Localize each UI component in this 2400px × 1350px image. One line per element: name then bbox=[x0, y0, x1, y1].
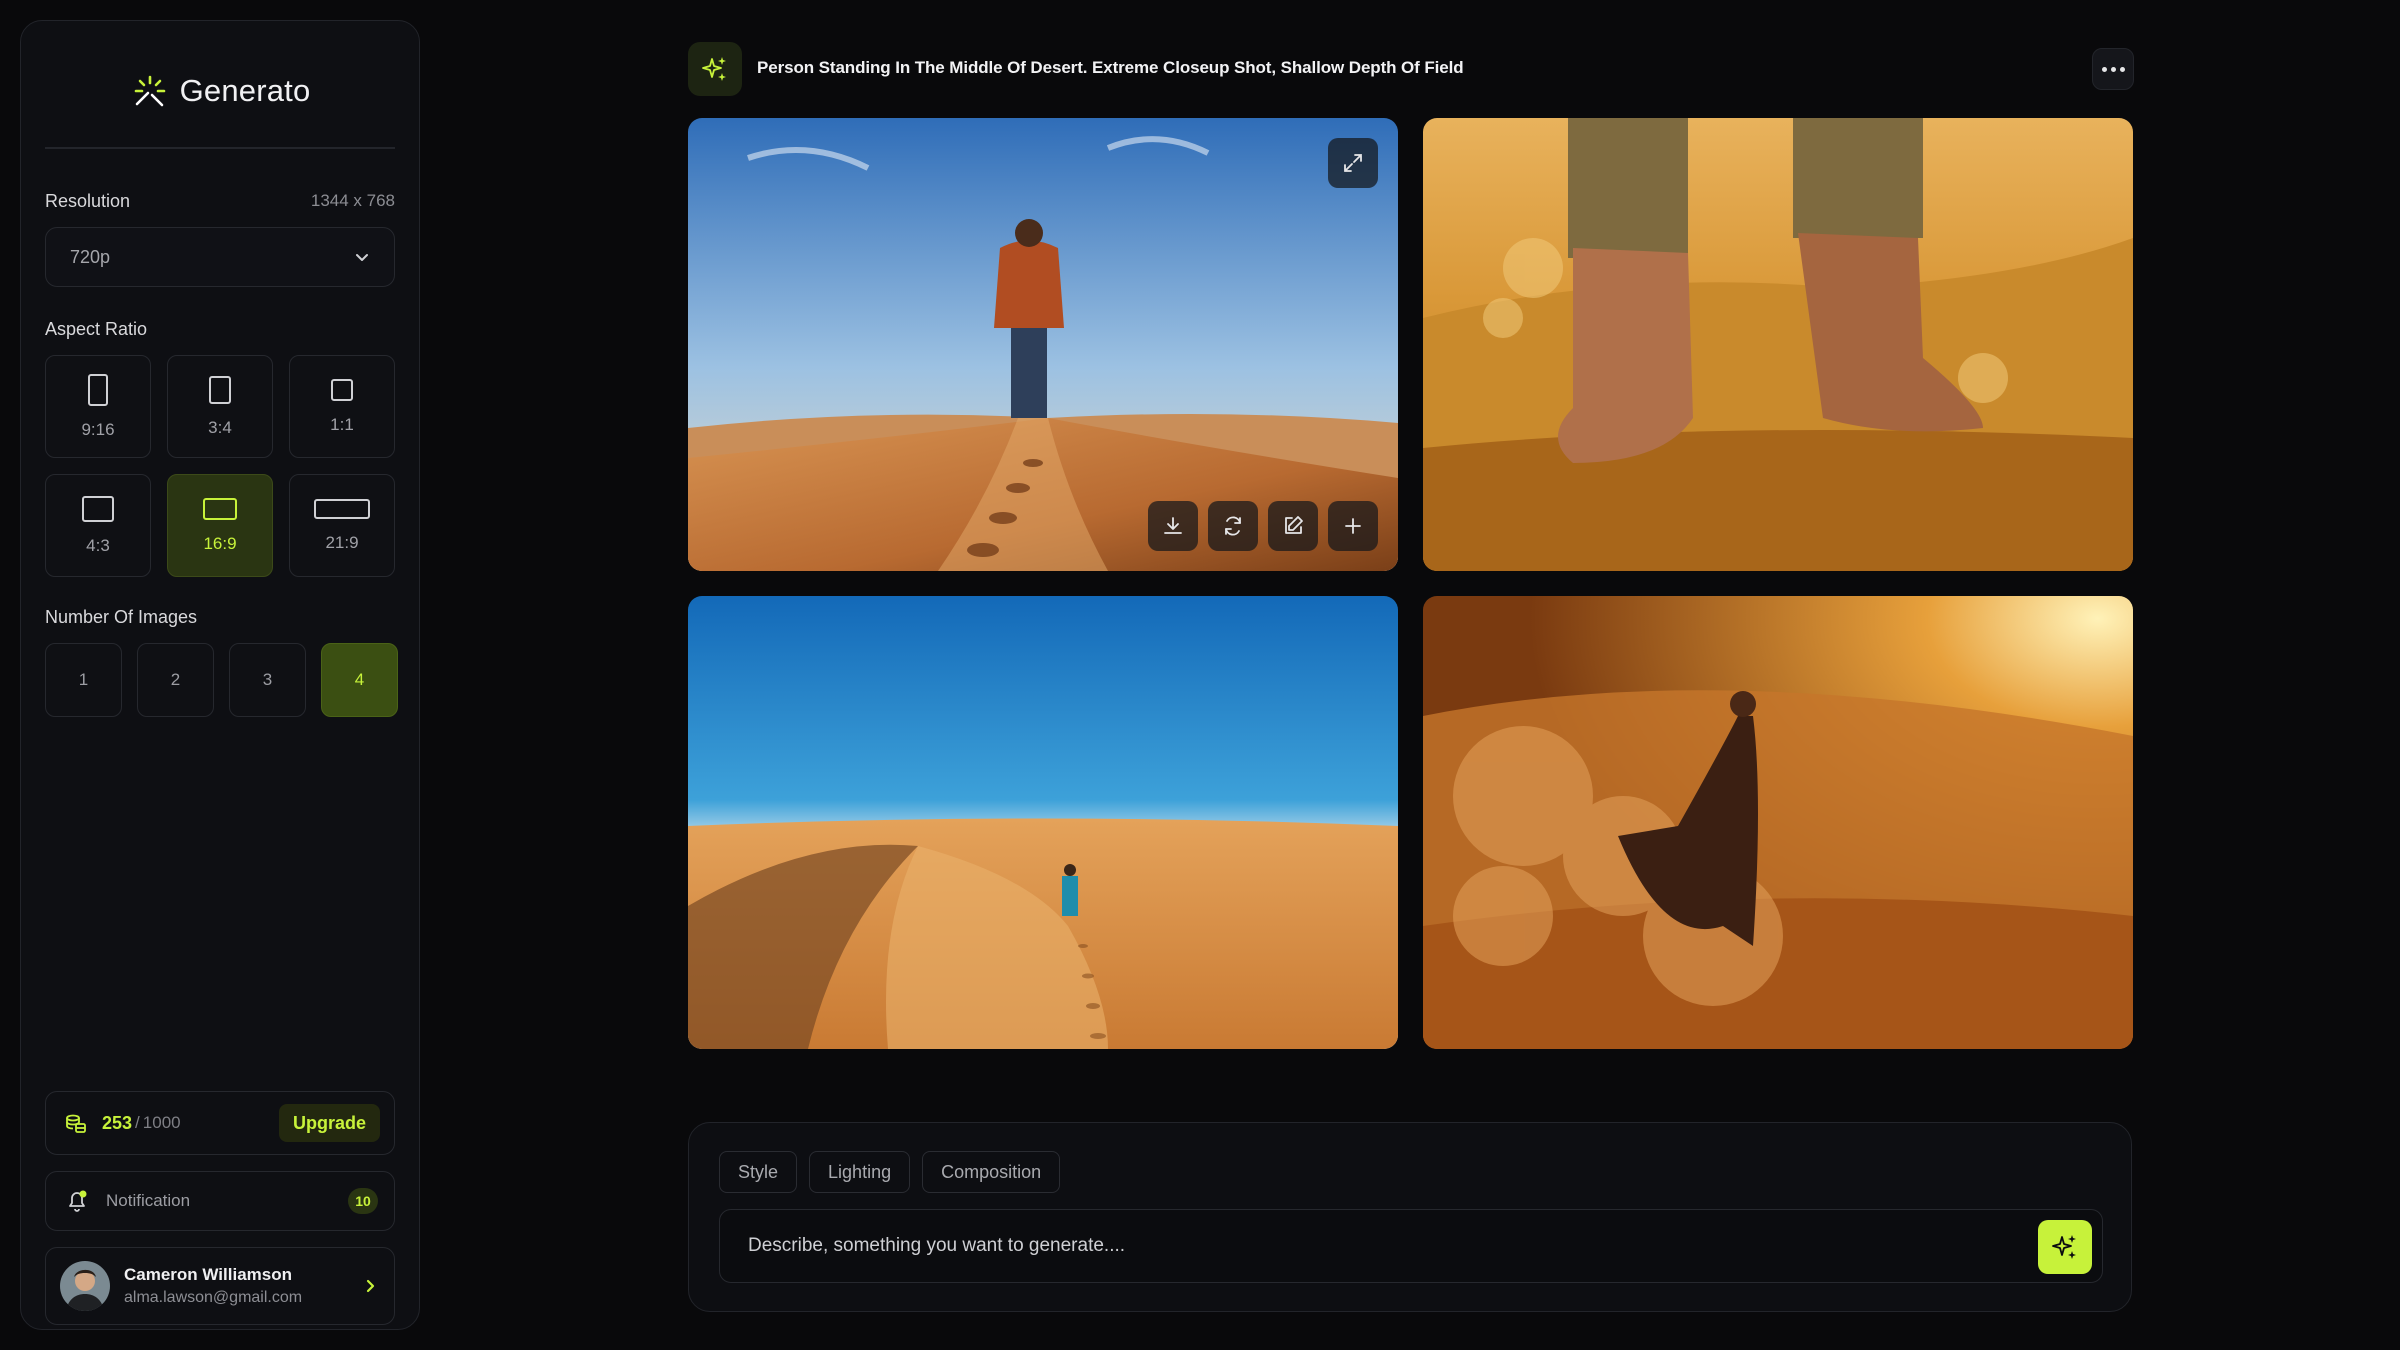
prompt-input[interactable] bbox=[720, 1210, 2000, 1282]
user-email: alma.lawson@gmail.com bbox=[124, 1289, 303, 1306]
aspect-ratio-label-16-9: 16:9 bbox=[203, 533, 237, 553]
more-options-button[interactable] bbox=[2092, 48, 2134, 90]
expand-icon bbox=[1344, 154, 1362, 172]
generated-image-3[interactable] bbox=[688, 596, 1398, 1049]
aspect-ratio-label-21-9: 21:9 bbox=[325, 532, 359, 552]
image-feet-in-sand bbox=[1423, 118, 2133, 571]
image-count-3[interactable]: 3 bbox=[229, 643, 306, 717]
credits-total: 1000 bbox=[142, 1113, 181, 1132]
image-woman-dust bbox=[1423, 596, 2133, 1049]
edit-icon bbox=[1285, 516, 1303, 534]
edit-button[interactable] bbox=[1268, 501, 1318, 551]
sidebar: Generato Resolution 1344 x 768 720p Aspe… bbox=[20, 20, 420, 1330]
aspect-ratio-21-9[interactable]: 21:9 bbox=[289, 474, 395, 577]
prompt-composer: Style Lighting Composition bbox=[688, 1122, 2132, 1312]
image-count-4[interactable]: 4 bbox=[321, 643, 398, 717]
generated-image-2[interactable] bbox=[1423, 118, 2133, 571]
chevron-right-icon bbox=[366, 1279, 375, 1293]
avatar bbox=[60, 1261, 110, 1311]
aspect-ratio-3-4[interactable]: 3:4 bbox=[167, 355, 273, 458]
credits-used: 253 bbox=[102, 1112, 133, 1133]
generate-button[interactable] bbox=[2038, 1220, 2092, 1274]
aspect-ratio-9-16[interactable]: 9:16 bbox=[45, 355, 151, 458]
portrait-tall-icon bbox=[88, 373, 108, 406]
bell-icon bbox=[69, 1190, 87, 1212]
generated-image-1[interactable] bbox=[688, 118, 1398, 571]
plus-icon bbox=[1345, 518, 1361, 534]
notification-label: Notification bbox=[106, 1191, 191, 1210]
portrait-icon bbox=[209, 375, 231, 404]
landscape-icon bbox=[82, 495, 114, 522]
sidebar-divider bbox=[45, 147, 395, 149]
prompt-chips: Style Lighting Composition bbox=[719, 1151, 1061, 1193]
aspect-ratio-label-3-4: 3:4 bbox=[208, 417, 232, 437]
aspect-ratio-grid: 9:16 3:4 1:1 4:3 16:9 21:9 bbox=[45, 355, 395, 577]
aspect-ratio-1-1[interactable]: 1:1 bbox=[289, 355, 395, 458]
image-actions bbox=[1148, 501, 1378, 551]
widescreen-icon bbox=[203, 497, 237, 520]
resolution-value: 1344 x 768 bbox=[310, 191, 395, 210]
chip-style[interactable]: Style bbox=[719, 1151, 798, 1193]
app-name: Generato bbox=[179, 73, 311, 108]
regenerate-button[interactable] bbox=[1208, 501, 1258, 551]
sparkle-icon bbox=[702, 57, 726, 81]
user-info: Cameron Williamson alma.lawson@gmail.com bbox=[124, 1265, 302, 1307]
number-of-images-selector: 1 2 3 4 bbox=[45, 643, 398, 717]
upgrade-button[interactable]: Upgrade bbox=[278, 1104, 380, 1142]
resolution-select[interactable]: 720p bbox=[45, 227, 395, 287]
user-profile[interactable]: Cameron Williamson alma.lawson@gmail.com bbox=[45, 1247, 395, 1325]
coins-icon bbox=[66, 1114, 86, 1133]
aspect-ratio-4-3[interactable]: 4:3 bbox=[45, 474, 151, 577]
more-dot bbox=[2110, 66, 2116, 72]
aspect-ratio-label: Aspect Ratio bbox=[45, 319, 148, 339]
square-icon bbox=[331, 378, 353, 401]
chip-lighting[interactable]: Lighting bbox=[809, 1151, 911, 1193]
aspect-ratio-16-9[interactable]: 16:9 bbox=[167, 474, 273, 577]
more-dot bbox=[2119, 66, 2125, 72]
aspect-ratio-label-1-1: 1:1 bbox=[330, 414, 354, 434]
download-button[interactable] bbox=[1148, 501, 1198, 551]
app-frame: Generato Resolution 1344 x 768 720p Aspe… bbox=[0, 0, 2400, 1350]
download-icon bbox=[1164, 517, 1182, 534]
image-count-1[interactable]: 1 bbox=[45, 643, 122, 717]
aspect-ratio-label-4-3: 4:3 bbox=[86, 535, 110, 555]
expand-button[interactable] bbox=[1328, 138, 1378, 188]
credits-panel: 253 / 1000 Upgrade bbox=[45, 1091, 395, 1155]
more-dots-icon bbox=[2101, 66, 2107, 72]
refresh-icon bbox=[1225, 516, 1241, 536]
notification-item[interactable]: Notification 10 bbox=[45, 1171, 395, 1231]
aspect-ratio-label-9-16: 9:16 bbox=[81, 419, 115, 439]
prompt-title: Person Standing In The Middle Of Desert.… bbox=[757, 58, 1464, 77]
notification-count-badge: 10 bbox=[348, 1188, 378, 1214]
prompt-sparkle-badge bbox=[688, 42, 742, 96]
image-count-2[interactable]: 2 bbox=[137, 643, 214, 717]
credits-separator: / bbox=[135, 1113, 140, 1132]
image-walker-blue-sky bbox=[688, 596, 1398, 1049]
logo-sparkle-icon bbox=[134, 75, 165, 107]
prompt-input-wrapper bbox=[719, 1209, 2103, 1283]
sparkle-icon bbox=[2052, 1235, 2076, 1259]
number-of-images-label: Number Of Images bbox=[45, 607, 198, 627]
chevron-down-icon bbox=[356, 254, 368, 261]
app-logo[interactable]: Generato bbox=[21, 69, 421, 113]
user-name: Cameron Williamson bbox=[124, 1265, 292, 1284]
add-button[interactable] bbox=[1328, 501, 1378, 551]
chip-composition[interactable]: Composition bbox=[922, 1151, 1061, 1193]
ultrawide-icon bbox=[314, 498, 370, 519]
resolution-selected-value: 720p bbox=[70, 246, 111, 267]
resolution-label: Resolution bbox=[45, 191, 131, 211]
generated-image-4[interactable] bbox=[1423, 596, 2133, 1049]
